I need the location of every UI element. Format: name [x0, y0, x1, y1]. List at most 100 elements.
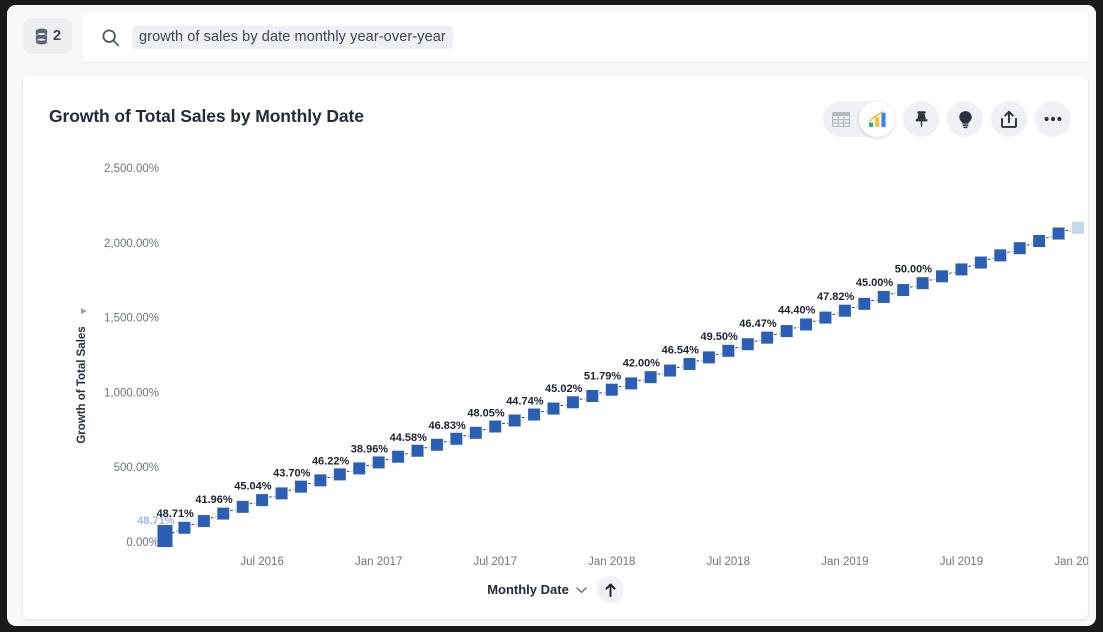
data-point-marker[interactable]: May 2019 — [917, 277, 929, 289]
data-point-marker[interactable]: Apr 2016 — 48.71% — [198, 515, 210, 527]
data-point-marker[interactable]: Feb 2017 — 38.96% — [392, 451, 404, 463]
data-point-marker[interactable]: Dec 2017 — 45.02% — [586, 390, 598, 402]
data-point-marker[interactable]: Aug 2016 — 45.04% — [276, 487, 288, 499]
visualization-card: Growth of Total Sales by Monthly Date — [23, 76, 1088, 619]
lightbulb-icon[interactable] — [947, 101, 983, 137]
data-point-marker[interactable]: Jan 2018 — [606, 384, 618, 396]
connector-segment — [1027, 244, 1032, 245]
app-window: 2 growth of sales by date monthly year-o… — [7, 5, 1096, 626]
sort-ascending-button[interactable] — [597, 576, 624, 603]
connector-segment — [949, 272, 954, 273]
data-point-label: 38.96% — [351, 444, 389, 456]
data-point-marker[interactable]: Sep 2016 — [295, 481, 307, 493]
data-point-marker[interactable]: Feb 2016 — [158, 525, 173, 547]
data-point-marker[interactable]: Jun 2017 — 46.83% — [470, 427, 482, 439]
data-point-label: 46.83% — [428, 420, 466, 432]
data-point-label: 48.05% — [467, 408, 505, 420]
data-point-label: 41.96% — [195, 494, 233, 506]
data-point-label: 49.50% — [700, 331, 738, 343]
data-point-marker[interactable]: Feb 2018 — 51.79% — [625, 377, 637, 389]
chevron-down-icon[interactable] — [576, 586, 587, 594]
y-axis-tick: 2,000.00% — [104, 238, 159, 250]
data-point-marker[interactable]: Oct 2017 — 44.74% — [548, 403, 560, 415]
data-point-marker[interactable]: Apr 2018 — 42.00% — [664, 365, 676, 377]
connector-segment — [968, 266, 973, 267]
data-point-label: 46.22% — [312, 455, 350, 467]
connector-segment — [716, 354, 721, 355]
data-point-marker[interactable]: Mar 2018 — [645, 371, 657, 383]
data-point-marker[interactable]: Jul 2019 — [955, 263, 967, 275]
data-point-marker[interactable]: Jan 2019 — [839, 305, 851, 317]
connector-segment — [269, 496, 274, 497]
data-point-marker[interactable]: May 2018 — [683, 358, 695, 370]
data-point-marker[interactable]: Jul 2018 — [722, 345, 734, 357]
growth-line-chart[interactable]: 0.00%500.00%1,000.00%1,500.00%2,000.00%2… — [23, 142, 1088, 619]
y-axis-title[interactable]: Growth of Total Sales — [76, 326, 88, 443]
data-point-marker[interactable]: Oct 2016 — 43.70% — [314, 474, 326, 486]
data-point-marker[interactable]: Jan 2017 — [373, 456, 385, 468]
data-point-marker[interactable]: Nov 2016 — [334, 468, 346, 480]
data-point-marker[interactable]: Jul 2017 — [489, 421, 501, 433]
arrow-up-icon — [605, 583, 616, 597]
data-point-marker[interactable]: Apr 2017 — 44.58% — [431, 439, 443, 451]
data-point-label: 44.40% — [778, 305, 816, 317]
data-point-marker[interactable]: Mar 2019 — [878, 291, 890, 303]
chart-view-icon[interactable] — [859, 101, 895, 137]
connector-segment — [289, 490, 294, 491]
data-point-marker[interactable]: Aug 2018 — 49.50% — [742, 338, 754, 350]
bar-chart-icon — [868, 111, 887, 128]
connector-segment — [1046, 237, 1051, 238]
x-axis-tick: Jul 2016 — [240, 556, 283, 568]
data-point-marker[interactable]: May 2016 — [217, 508, 229, 520]
data-point-marker[interactable]: Nov 2018 — [800, 318, 812, 330]
data-point-marker[interactable]: Jun 2018 — 46.54% — [703, 351, 715, 363]
y-axis-tick: 2,500.00% — [104, 163, 159, 175]
y-axis-tick: 1,500.00% — [104, 313, 159, 325]
data-point-marker[interactable]: Apr 2019 — 45.00% — [897, 284, 909, 296]
data-point-marker[interactable]: Nov 2017 — [567, 396, 579, 408]
y-axis-collapse-icon[interactable] — [81, 308, 87, 314]
connector-segment — [696, 360, 701, 361]
data-point-marker[interactable]: Sep 2018 — [761, 332, 773, 344]
data-point-marker[interactable]: Aug 2017 — 48.05% — [509, 415, 521, 427]
x-axis-tick: Jan 2017 — [355, 556, 402, 568]
data-point-label: 46.54% — [662, 344, 700, 356]
x-axis-field-label[interactable]: Monthly Date — [487, 582, 569, 597]
connector-segment — [677, 367, 682, 368]
data-point-marker[interactable]: Mar 2016 — 48.71% — [178, 522, 190, 534]
table-icon — [832, 112, 850, 127]
data-point-label: 44.58% — [390, 432, 428, 444]
search-input[interactable]: growth of sales by date monthly year-ove… — [132, 26, 453, 49]
data-point-marker[interactable]: Oct 2019 — [1014, 242, 1026, 254]
pin-icon[interactable] — [903, 101, 939, 137]
data-point-marker[interactable]: Sep 2019 — [994, 249, 1006, 261]
ellipsis-icon[interactable] — [1035, 101, 1071, 137]
top-search-bar: 2 growth of sales by date monthly year-o… — [7, 5, 1096, 68]
data-point-marker[interactable]: Sep 2017 — [528, 409, 540, 421]
data-point-label: 47.82% — [817, 291, 855, 303]
data-point-marker[interactable]: Jan 2020 — [1072, 222, 1084, 234]
data-point-marker[interactable]: Jun 2016 — 41.96% — [237, 501, 249, 513]
y-axis-tick-labels: 0.00%500.00%1,000.00%1,500.00%2,000.00%2… — [104, 163, 159, 549]
data-point-labels: 48.71%48.71%41.96%45.04%43.70%46.22%38.9… — [137, 263, 932, 526]
data-point-label: 45.00% — [856, 277, 894, 289]
screenshot-frame: 2 growth of sales by date monthly year-o… — [0, 0, 1103, 632]
data-point-marker[interactable]: Feb 2019 — 47.82% — [858, 298, 870, 310]
data-point-marker[interactable]: Mar 2017 — [412, 445, 424, 457]
database-selector[interactable]: 2 — [23, 18, 72, 54]
x-axis-tick-labels: Jul 2016Jan 2017Jul 2017Jan 2018Jul 2018… — [240, 556, 1088, 568]
data-point-marker[interactable]: Nov 2019 — [1033, 235, 1045, 247]
data-point-marker[interactable]: Aug 2019 — [975, 257, 987, 269]
y-axis-tick: 500.00% — [114, 462, 159, 474]
data-point-marker[interactable]: May 2017 — [450, 433, 462, 445]
search-bar[interactable]: growth of sales by date monthly year-ove… — [83, 13, 1088, 62]
table-view-icon[interactable] — [823, 101, 859, 137]
data-point-marker[interactable]: Jul 2016 — [256, 494, 268, 506]
data-point-marker[interactable]: Jun 2019 — 50.00% — [936, 270, 948, 282]
data-point-marker[interactable]: Dec 2019 — [1053, 228, 1065, 240]
data-point-label: 46.47% — [739, 318, 777, 330]
data-point-marker[interactable]: Dec 2018 — 44.40% — [819, 312, 831, 324]
data-point-marker[interactable]: Oct 2018 — 46.47% — [781, 325, 793, 337]
share-upload-icon[interactable] — [991, 101, 1027, 137]
data-point-marker[interactable]: Dec 2016 — 46.22% — [353, 462, 365, 474]
